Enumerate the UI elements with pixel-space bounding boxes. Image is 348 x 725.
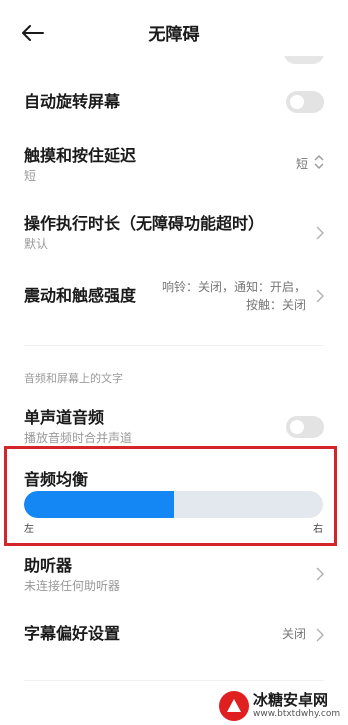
mono-audio-toggle[interactable] (286, 416, 324, 438)
header-bar: 无障碍 (0, 0, 348, 64)
setting-auto-rotate[interactable]: 自动旋转屏幕 (24, 91, 324, 114)
chevron-right-icon (316, 289, 324, 303)
setting-touch-delay[interactable]: 触摸和按住延迟 短 短 (24, 146, 324, 186)
partial-toggle (284, 56, 324, 64)
action-time-sub: 默认 (24, 237, 49, 251)
audio-balance-slider[interactable] (24, 491, 323, 518)
setting-hearing-aid[interactable]: 助听器 未连接任何助听器 (24, 556, 324, 596)
chevron-right-icon (316, 628, 324, 642)
caption-prefs-value: 关闭 (281, 627, 306, 641)
toggle-knob (290, 420, 304, 434)
mono-audio-label: 单声道音频 (24, 408, 105, 427)
touch-delay-sub: 短 (24, 169, 37, 183)
watermark-logo-icon (219, 690, 249, 721)
caption-prefs-label: 字幕偏好设置 (24, 624, 121, 643)
watermark-name: 冰糖安卓网 (253, 691, 329, 709)
hearing-aid-sub: 未连接任何助听器 (24, 579, 121, 593)
auto-rotate-label: 自动旋转屏幕 (24, 92, 121, 111)
toggle-knob (290, 95, 304, 109)
vibration-value-line1: 响铃：关闭，通知：开启， (161, 280, 306, 294)
section-divider (24, 680, 324, 681)
slider-fill (24, 491, 174, 518)
setting-caption-prefs[interactable]: 字幕偏好设置 关闭 (24, 624, 324, 646)
setting-mono-audio[interactable]: 单声道音频 播放音频时合并声道 (24, 408, 324, 448)
vibration-value: 响铃：关闭，通知：开启， 按触：关闭 (156, 278, 306, 314)
chevron-right-icon (316, 226, 324, 240)
chevron-right-icon (316, 567, 324, 581)
auto-rotate-toggle[interactable] (286, 91, 324, 113)
vibration-value-line2: 按触：关闭 (245, 298, 306, 312)
watermark-url: www.btxtdwhy.com (253, 709, 341, 719)
watermark-text: 冰糖安卓网 www.btxtdwhy.com (253, 691, 340, 720)
setting-vibration[interactable]: 震动和触感强度 响铃：关闭，通知：开启， 按触：关闭 (24, 278, 324, 318)
section-header-audio-text: 音频和屏幕上的文字 (24, 372, 123, 385)
action-time-label: 操作执行时长（无障碍功能超时） (24, 214, 265, 233)
mono-audio-sub: 播放音频时合并声道 (24, 431, 133, 445)
touch-delay-label: 触摸和按住延迟 (24, 146, 137, 165)
audio-balance-label: 音频均衡 (24, 470, 89, 489)
balance-left-label: 左 (24, 524, 34, 535)
page-title: 无障碍 (148, 25, 200, 45)
watermark: 冰糖安卓网 www.btxtdwhy.com (219, 686, 348, 725)
chevron-updown-icon (314, 155, 324, 169)
section-divider (24, 345, 324, 346)
partial-row (24, 56, 324, 66)
vibration-label: 震动和触感强度 (24, 286, 137, 305)
touch-delay-value: 短 (295, 157, 308, 171)
hearing-aid-label: 助听器 (24, 556, 73, 575)
setting-action-time[interactable]: 操作执行时长（无障碍功能超时） 默认 (24, 214, 324, 254)
balance-right-label: 右 (313, 524, 323, 535)
